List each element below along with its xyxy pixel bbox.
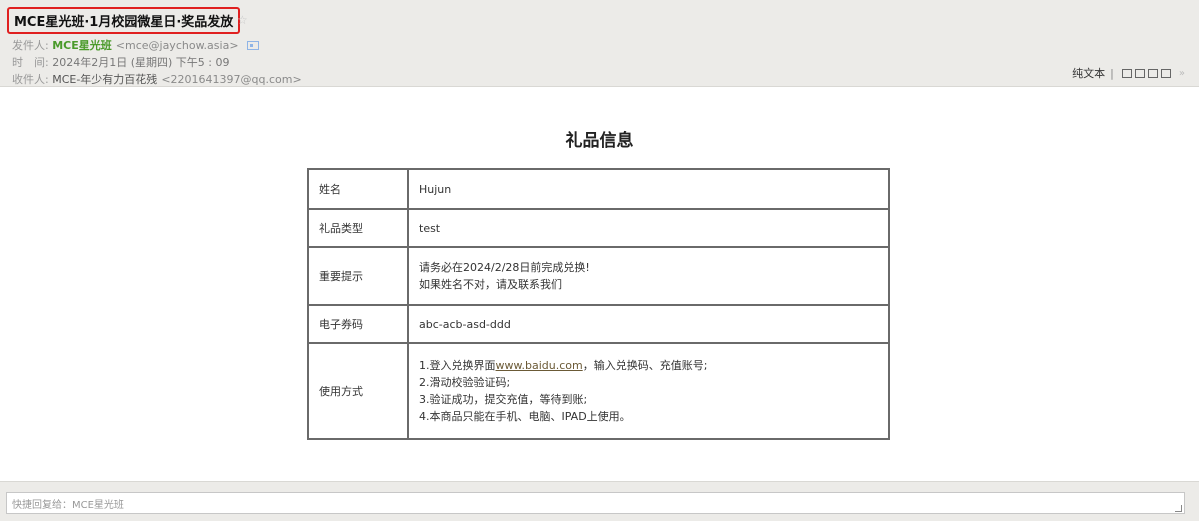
quick-reply-bar: 快捷回复给：MCE星光班 <box>0 481 1199 521</box>
usage-line-2: 2.滑动校验验证码; <box>419 376 511 389</box>
row-value: test <box>407 208 890 248</box>
plain-text-button[interactable]: 纯文本 <box>1072 65 1105 81</box>
row-key: 电子券码 <box>307 304 409 344</box>
sender-label: 发件人: <box>12 39 49 52</box>
time-row: 时 间: 2024年2月1日 (星期四) 下午5 : 09 <box>12 54 229 70</box>
row-value: 1.登入兑换界面www.baidu.com，输入兑换码、充值账号; 2.滑动校验… <box>407 342 890 440</box>
page-title: 礼品信息 <box>565 131 634 151</box>
usage-line-1-suffix: ，输入兑换码、充值账号; <box>582 359 708 372</box>
sender-row: 发件人: MCE星光班 <mce@jaychow.asia> <box>12 37 259 53</box>
contact-card-icon[interactable] <box>246 40 259 50</box>
row-key: 姓名 <box>307 168 409 210</box>
reminder-line-2: 如果姓名不对，请及联系我们 <box>419 278 562 291</box>
time-label: 时 间: <box>12 56 49 69</box>
table-row: 礼品类型 test <box>307 208 890 248</box>
email-subject: MCE星光班·1月校园微星日·奖品发放 <box>14 15 234 30</box>
usage-line-3: 3.验证成功，提交充值，等待到账; <box>419 393 588 406</box>
expand-icon[interactable] <box>1134 68 1145 78</box>
usage-line-1: 1.登入兑换界面www.baidu.com，输入兑换码、充值账号; <box>419 357 878 374</box>
reminder-line-1: 请务必在2024/2/28日前完成兑换! <box>419 261 590 274</box>
sender-name[interactable]: MCE星光班 <box>52 37 112 53</box>
row-value: Hujun <box>407 168 890 210</box>
row-value: abc-acb-asd-ddd <box>407 304 890 344</box>
new-window-icon[interactable] <box>1121 68 1132 78</box>
usage-line-1-prefix: 1.登入兑换界面 <box>419 359 496 372</box>
quick-reply-placeholder: 快捷回复给：MCE星光班 <box>12 500 124 511</box>
usage-line-4: 4.本商品只能在手机、电脑、IPAD上使用。 <box>419 410 631 423</box>
download-icon[interactable] <box>1147 68 1158 78</box>
print-icon[interactable] <box>1160 68 1171 78</box>
view-toolbar: 纯文本 | » <box>1072 65 1185 81</box>
sender-email: <mce@jaychow.asia> <box>115 38 239 52</box>
recipient-email: <2201641397@qq.com> <box>161 72 302 86</box>
row-value: 请务必在2024/2/28日前完成兑换! 如果姓名不对，请及联系我们 <box>407 246 890 306</box>
time-value: 2024年2月1日 (星期四) 下午5 : 09 <box>52 56 230 69</box>
table-row: 姓名 Hujun <box>307 168 890 210</box>
resize-handle-icon[interactable] <box>1175 505 1182 512</box>
row-key: 礼品类型 <box>307 208 409 248</box>
quick-reply-input[interactable]: 快捷回复给：MCE星光班 <box>6 492 1185 514</box>
star-icon[interactable]: ☆ <box>237 13 248 27</box>
subject-highlight: MCE星光班·1月校园微星日·奖品发放 <box>7 7 241 34</box>
table-row: 使用方式 1.登入兑换界面www.baidu.com，输入兑换码、充值账号; 2… <box>307 342 890 440</box>
row-key: 重要提示 <box>307 246 409 306</box>
table-row: 电子券码 abc-acb-asd-ddd <box>307 304 890 344</box>
recipient-row: 收件人: MCE-年少有力百花残 <2201641397@qq.com> <box>12 71 302 87</box>
recipient-label: 收件人: <box>12 73 49 86</box>
gift-info-table: 姓名 Hujun 礼品类型 test 重要提示 请务必在2024/2/28日前完… <box>307 168 890 440</box>
toolbar-separator: | <box>1110 66 1114 80</box>
table-row: 重要提示 请务必在2024/2/28日前完成兑换! 如果姓名不对，请及联系我们 <box>307 246 890 306</box>
more-chevron-icon[interactable]: » <box>1179 68 1185 79</box>
redeem-link[interactable]: www.baidu.com <box>496 359 583 372</box>
row-key: 使用方式 <box>307 342 409 440</box>
recipient-name[interactable]: MCE-年少有力百花残 <box>52 71 157 87</box>
email-header: MCE星光班·1月校园微星日·奖品发放 ☆ 发件人: MCE星光班 <mce@j… <box>0 0 1199 87</box>
